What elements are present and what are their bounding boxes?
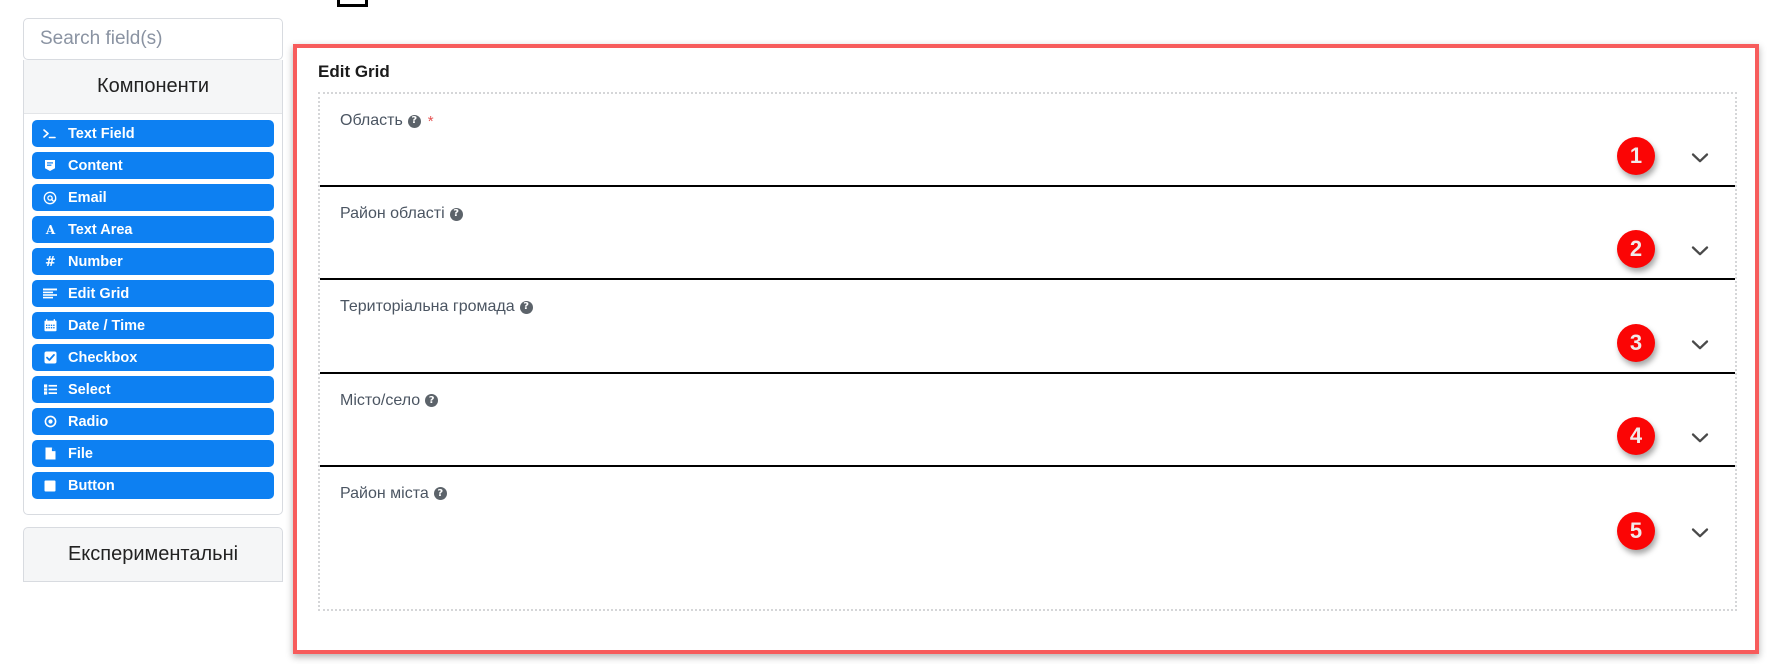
components-list: Text Field Content Email A Text Area # N… — [24, 114, 282, 514]
step-badge-3: 3 — [1617, 323, 1655, 362]
component-label: Number — [68, 253, 123, 270]
svg-text:A: A — [44, 223, 55, 236]
component-label: Edit Grid — [68, 285, 130, 302]
component-button-button[interactable]: Button — [32, 472, 274, 499]
field-label-oblast: Область ? * — [340, 94, 434, 130]
terminal-prompt-icon — [42, 128, 58, 140]
step-badge-5: 5 — [1617, 511, 1655, 550]
field-label-misto-selo: Місто/село ? — [340, 374, 439, 410]
square-button-icon — [42, 480, 58, 492]
checkbox-icon — [42, 351, 58, 364]
experimental-panel: Експериментальні — [23, 527, 283, 582]
chevron-down-icon[interactable] — [1689, 522, 1711, 544]
content-block-icon — [42, 159, 58, 172]
component-label: Date / Time — [68, 317, 146, 334]
component-label: Select — [68, 381, 111, 398]
help-icon[interactable]: ? — [433, 487, 447, 501]
component-button-select[interactable]: Select — [32, 376, 274, 403]
field-row-raion-oblasti: Район області ? 2 — [320, 187, 1735, 281]
step-badge-2: 2 — [1617, 230, 1655, 269]
component-label: Text Field — [68, 125, 135, 142]
at-sign-icon — [42, 191, 58, 205]
field-label-raion-oblasti: Район області ? — [340, 187, 463, 223]
calendar-icon — [42, 319, 58, 332]
chevron-down-icon[interactable] — [1689, 147, 1711, 169]
edit-grid-title: Edit Grid — [318, 62, 390, 81]
step-badge-1: 1 — [1617, 137, 1655, 176]
list-select-icon — [42, 384, 58, 395]
hash-icon: # — [42, 255, 58, 268]
file-icon — [42, 447, 58, 460]
component-label: File — [68, 445, 93, 462]
edit-grid-card: Edit Grid Область ? * 1 Район області ? — [293, 44, 1759, 654]
component-label: Checkbox — [68, 349, 138, 366]
help-icon[interactable]: ? — [425, 394, 439, 408]
field-label-text: Район міста — [340, 484, 429, 502]
svg-text:#: # — [45, 255, 56, 268]
component-button-content[interactable]: Content — [32, 152, 274, 179]
help-icon[interactable]: ? — [519, 300, 533, 314]
component-label: Content — [68, 157, 123, 174]
component-button-radio[interactable]: Radio — [32, 408, 274, 435]
component-label: Text Area — [68, 221, 133, 238]
component-label: Radio — [68, 413, 109, 430]
step-badge-4: 4 — [1617, 416, 1655, 455]
chevron-down-icon[interactable] — [1689, 240, 1711, 262]
screen-root: Компоненти Text Field Content — [0, 0, 1774, 664]
component-label: Button — [68, 477, 115, 494]
field-row-misto-selo: Місто/село ? 4 — [320, 374, 1735, 467]
component-button-number[interactable]: # Number — [32, 248, 274, 275]
chevron-down-icon[interactable] — [1689, 427, 1711, 449]
radio-dot-icon — [42, 415, 58, 428]
component-button-file[interactable]: File — [32, 440, 274, 467]
field-row-teritorialna-gromada: Територіальна громада ? 3 — [320, 280, 1735, 374]
component-button-checkbox[interactable]: Checkbox — [32, 344, 274, 371]
grid-rows-icon — [42, 288, 58, 299]
component-button-text-field[interactable]: Text Field — [32, 120, 274, 147]
components-panel-title: Компоненти — [24, 60, 282, 114]
field-label-text: Територіальна громада — [340, 298, 515, 316]
field-label-text: Місто/село — [340, 391, 421, 409]
cropped-top-element — [337, 0, 368, 7]
field-label-text: Район області — [340, 205, 445, 223]
field-label-teritorialna-gromada: Територіальна громада ? — [340, 280, 533, 316]
components-panel: Компоненти Text Field Content Email A Te… — [23, 60, 283, 515]
edit-grid-fields-container: Область ? * 1 Район області ? 2 Територі… — [318, 92, 1737, 611]
required-asterisk: * — [427, 112, 434, 130]
component-button-email[interactable]: Email — [32, 184, 274, 211]
field-row-raion-mista: Район міста ? 5 — [320, 467, 1735, 560]
experimental-panel-title: Експериментальні — [24, 528, 282, 581]
component-button-edit-grid[interactable]: Edit Grid — [32, 280, 274, 307]
field-label-raion-mista: Район міста ? — [340, 467, 447, 503]
help-icon[interactable]: ? — [449, 207, 463, 221]
component-label: Email — [68, 189, 107, 206]
component-button-text-area[interactable]: A Text Area — [32, 216, 274, 243]
chevron-down-icon[interactable] — [1689, 334, 1711, 356]
search-input[interactable] — [38, 27, 268, 51]
component-button-date-time[interactable]: Date / Time — [32, 312, 274, 339]
letter-a-icon: A — [42, 223, 58, 236]
field-row-oblast: Область ? * 1 — [320, 94, 1735, 188]
components-sidebar: Компоненти Text Field Content — [23, 18, 283, 582]
field-label-text: Область — [340, 112, 403, 129]
help-icon[interactable]: ? — [407, 114, 421, 128]
search-field-container[interactable] — [23, 18, 283, 60]
